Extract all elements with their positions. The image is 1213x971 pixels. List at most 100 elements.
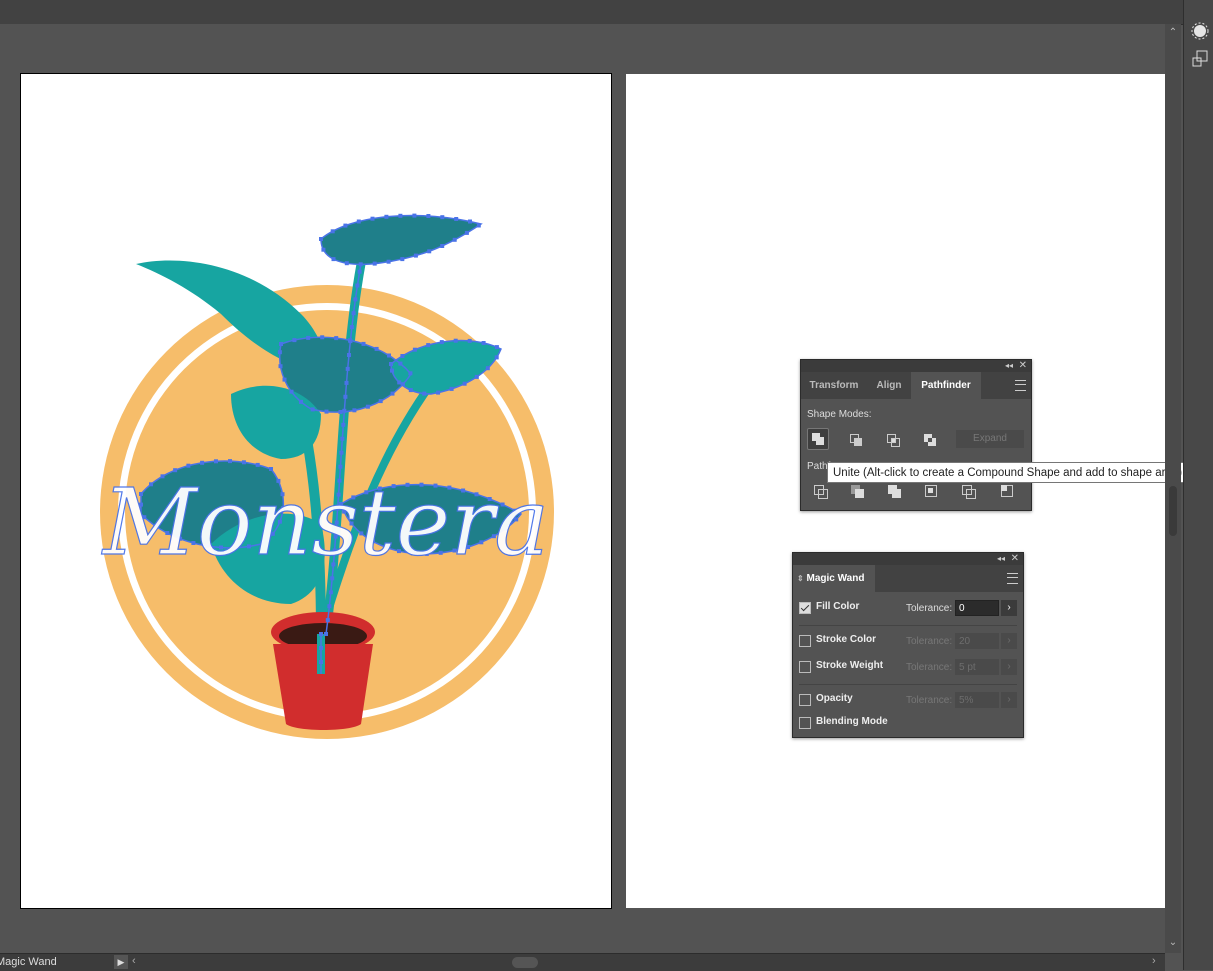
anchor-point — [390, 391, 395, 396]
anchor-point — [340, 436, 345, 441]
stroke-color-label: Stroke Color — [816, 634, 877, 645]
anchor-point — [344, 261, 349, 266]
anchor-point — [389, 362, 393, 366]
top-bar — [0, 0, 1213, 25]
minus-back-button[interactable] — [998, 482, 1020, 504]
vertical-scrollbar[interactable]: ⌃ ⌄ — [1165, 24, 1181, 953]
anchor-point — [324, 632, 328, 636]
fill-color-tolerance-arrow-icon[interactable]: › — [1001, 600, 1017, 616]
anchor-point — [279, 342, 283, 346]
monstera-artwork[interactable]: Monstera — [21, 74, 611, 908]
panel-menu-icon[interactable] — [1015, 380, 1026, 391]
close-icon[interactable]: ✕ — [1011, 553, 1019, 565]
artboard-1[interactable]: Monstera — [20, 73, 612, 909]
expand-button[interactable]: Expand — [956, 430, 1024, 448]
opacity-checkbox[interactable] — [799, 694, 811, 706]
fill-color-row: Fill Color Tolerance: 0 › — [799, 600, 1021, 616]
leaf-top — [321, 215, 481, 265]
current-tool-label[interactable]: Magic Wand — [0, 956, 112, 969]
anchor-point — [398, 361, 403, 366]
tab-magic-wand[interactable]: ⇕ Magic Wand — [793, 565, 875, 592]
panel-title-bar[interactable]: ◂◂ ✕ — [793, 553, 1023, 565]
collapse-icon[interactable]: ◂◂ — [997, 553, 1005, 565]
anchor-point — [384, 214, 389, 219]
anchor-point — [439, 340, 444, 345]
blending-mode-checkbox[interactable] — [799, 717, 811, 729]
anchor-point — [327, 604, 332, 609]
stroke-weight-tolerance-input: 5 pt — [955, 659, 999, 675]
anchor-point — [485, 366, 490, 371]
scroll-down-icon[interactable]: ⌄ — [1165, 936, 1181, 950]
anchor-point — [400, 382, 405, 387]
anchor-point — [343, 394, 348, 399]
anchor-point — [408, 388, 413, 393]
anchor-point — [330, 576, 335, 581]
anchor-point — [319, 646, 323, 650]
scroll-up-icon[interactable]: ⌃ — [1165, 26, 1181, 40]
stroke-weight-tolerance-label: Tolerance: — [906, 662, 953, 673]
anchor-point — [440, 215, 445, 220]
anchor-point — [200, 460, 205, 465]
stroke-weight-tolerance-arrow-icon: › — [1001, 659, 1017, 675]
panel-title-bar[interactable]: ◂◂ ✕ — [801, 360, 1031, 372]
scroll-right-icon[interactable]: › — [1152, 955, 1156, 967]
panel-menu-icon[interactable] — [1007, 573, 1018, 584]
close-icon[interactable]: ✕ — [1019, 360, 1027, 372]
sort-arrows-icon: ⇕ — [797, 574, 804, 583]
sun-icon[interactable] — [1191, 22, 1209, 40]
opacity-row: Opacity Tolerance: 5% › — [799, 692, 1021, 708]
fill-color-tolerance-input[interactable]: 0 — [955, 600, 999, 616]
anchor-point — [277, 350, 282, 355]
unite-button[interactable] — [807, 428, 829, 450]
anchor-point — [494, 355, 499, 360]
anchor-point — [348, 339, 353, 344]
crop-button[interactable] — [922, 482, 944, 504]
exclude-button[interactable] — [919, 429, 941, 451]
anchor-point — [292, 338, 297, 343]
anchor-point — [320, 335, 325, 340]
anchor-point — [374, 346, 379, 351]
trim-button[interactable] — [848, 482, 870, 504]
anchor-point — [319, 237, 323, 241]
opacity-tolerance-arrow-icon: › — [1001, 692, 1017, 708]
minus-front-button[interactable] — [845, 429, 867, 451]
anchor-point — [228, 459, 232, 464]
stroke-color-tolerance-input: 20 — [955, 633, 999, 649]
anchor-point — [352, 408, 357, 413]
scroll-thumb[interactable] — [1169, 486, 1177, 536]
anchor-point — [400, 257, 405, 262]
tab-pathfinder[interactable]: Pathfinder — [911, 372, 981, 399]
monstera-script-text: Monstera — [101, 469, 549, 576]
anchor-point — [408, 371, 413, 376]
anchor-point — [468, 219, 472, 224]
anchor-point — [357, 269, 362, 274]
anchor-point — [397, 380, 402, 385]
merge-button[interactable] — [885, 482, 907, 504]
anchor-point — [324, 409, 329, 414]
status-bar: Magic Wand ▶ ‹ › — [0, 953, 1165, 971]
stroke-color-tolerance-label: Tolerance: — [906, 636, 953, 647]
transform-icon[interactable] — [1191, 50, 1209, 68]
stroke-weight-checkbox[interactable] — [799, 661, 811, 673]
anchor-point — [372, 261, 377, 266]
anchor-point — [365, 404, 370, 409]
fill-color-tolerance-label: Tolerance: — [906, 603, 953, 614]
anchor-point — [413, 253, 418, 258]
stroke-weight-label: Stroke Weight — [816, 660, 884, 671]
collapse-icon[interactable]: ◂◂ — [1005, 360, 1013, 372]
tab-transform[interactable]: Transform — [801, 372, 867, 399]
intersect-button[interactable] — [882, 429, 904, 451]
play-icon[interactable]: ▶ — [114, 955, 128, 969]
blending-mode-label: Blending Mode — [816, 716, 888, 727]
outline-button[interactable] — [959, 482, 981, 504]
anchor-point — [356, 219, 361, 224]
anchor-point — [494, 345, 499, 350]
anchor-point — [334, 336, 339, 341]
divide-button[interactable] — [811, 482, 833, 504]
horizontal-scroll-thumb[interactable] — [512, 957, 538, 968]
anchor-point — [328, 590, 333, 595]
tab-align[interactable]: Align — [869, 372, 909, 399]
scroll-left-icon[interactable]: ‹ — [132, 955, 136, 967]
fill-color-checkbox[interactable] — [799, 602, 811, 614]
stroke-color-checkbox[interactable] — [799, 635, 811, 647]
